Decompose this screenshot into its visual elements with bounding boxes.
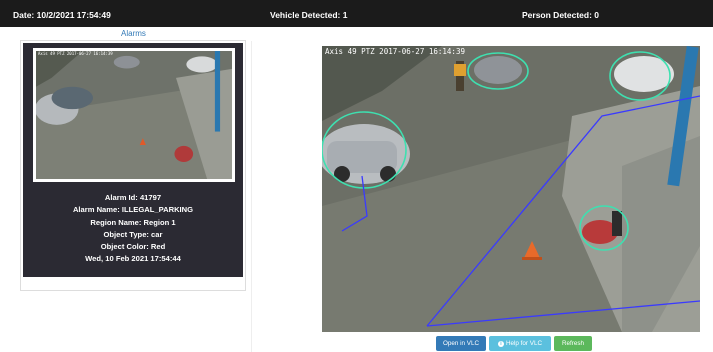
info-icon: i — [497, 341, 504, 347]
help-for-vlc-label: Help for VLC — [505, 340, 543, 347]
object-type: Object Type: car — [103, 229, 163, 239]
alarm-id: Alarm Id: 41797 — [104, 193, 162, 202]
alarm-timestamp: Wed, 10 Feb 2021 17:54:44 — [85, 254, 181, 264]
panel-divider — [251, 41, 252, 352]
person-count-label: Person Detected: 0 — [522, 10, 599, 20]
alarm-snapshot-image — [36, 51, 232, 179]
camera-frame-image — [322, 46, 700, 332]
alarm-name: Alarm Name: ILLEGAL_PARKING — [72, 205, 194, 215]
object-color: Object Color: Red — [100, 242, 166, 252]
alarm-card[interactable]: Axis 49 PTZ 2017-06-27 16:14:39 Alarm Id… — [23, 43, 243, 277]
vehicle-count-label: Vehicle Detected: 1 — [270, 10, 348, 20]
status-bar: Date: 10/2/2021 17:54:49 Vehicle Detecte… — [0, 0, 713, 27]
open-in-vlc-button[interactable]: Open in VLC — [436, 336, 486, 351]
camera-view[interactable]: Axis 49 PTZ 2017-06-27 16:14:39 — [322, 46, 700, 332]
alarms-panel: Axis 49 PTZ 2017-06-27 16:14:39 Alarm Id… — [20, 41, 246, 291]
camera-overlay-text: Axis 49 PTZ 2017-06-27 16:14:39 — [325, 47, 465, 56]
tab-alarms[interactable]: Alarms — [121, 29, 146, 38]
date-label: Date: 10/2/2021 17:54:49 — [13, 10, 111, 20]
alarm-details: Alarm Id: 41797 Alarm Name: ILLEGAL_PARK… — [23, 192, 243, 266]
alarm-thumbnail[interactable]: Axis 49 PTZ 2017-06-27 16:14:39 — [33, 48, 235, 182]
region-name: Region Name: Region 1 — [90, 217, 176, 227]
refresh-button[interactable]: Refresh — [554, 336, 592, 351]
help-for-vlc-button[interactable]: i Help for VLC — [489, 336, 551, 351]
thumb-overlay-text: Axis 49 PTZ 2017-06-27 16:14:39 — [38, 51, 113, 56]
